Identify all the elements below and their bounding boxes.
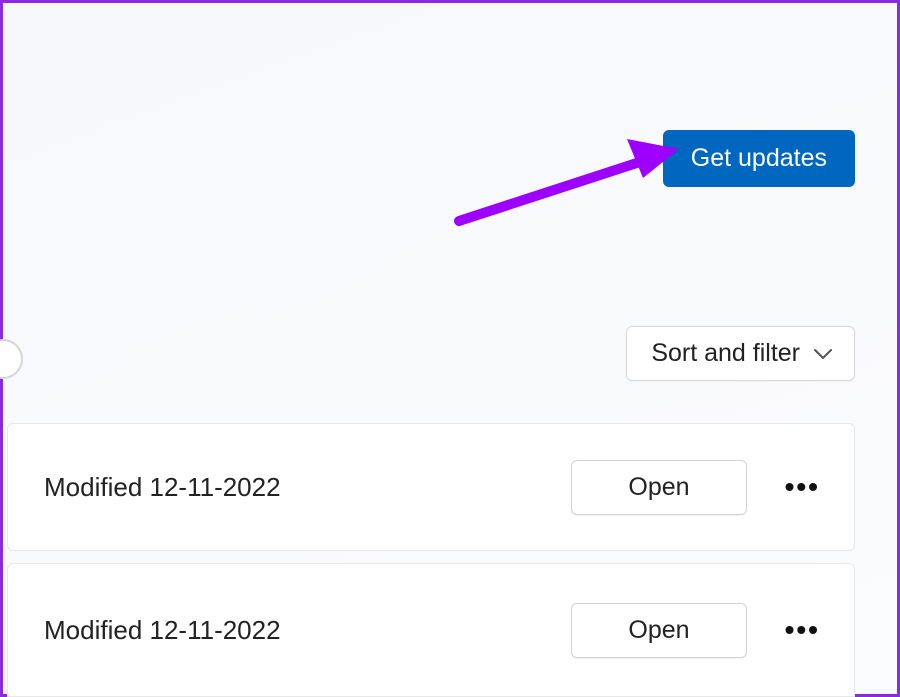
open-button[interactable]: Open	[571, 603, 746, 658]
modified-date-label: Modified 12-11-2022	[44, 615, 281, 646]
row-actions: Open •••	[571, 460, 820, 515]
sort-and-filter-dropdown[interactable]: Sort and filter	[626, 326, 855, 381]
row-actions: Open •••	[571, 603, 820, 658]
list-item: Modified 12-11-2022 Open •••	[7, 563, 855, 697]
open-button[interactable]: Open	[571, 460, 746, 515]
app-frame: Get updates Sort and filter Modified 12-…	[0, 0, 900, 697]
more-options-icon[interactable]: •••	[785, 471, 820, 503]
partial-left-edge-circle	[0, 339, 23, 379]
get-updates-button[interactable]: Get updates	[663, 130, 855, 187]
annotation-arrow	[451, 133, 679, 228]
list-item: Modified 12-11-2022 Open •••	[7, 423, 855, 551]
modified-date-label: Modified 12-11-2022	[44, 472, 281, 503]
chevron-down-icon	[814, 348, 832, 360]
more-options-icon[interactable]: •••	[785, 614, 820, 646]
sort-filter-label: Sort and filter	[651, 339, 800, 368]
